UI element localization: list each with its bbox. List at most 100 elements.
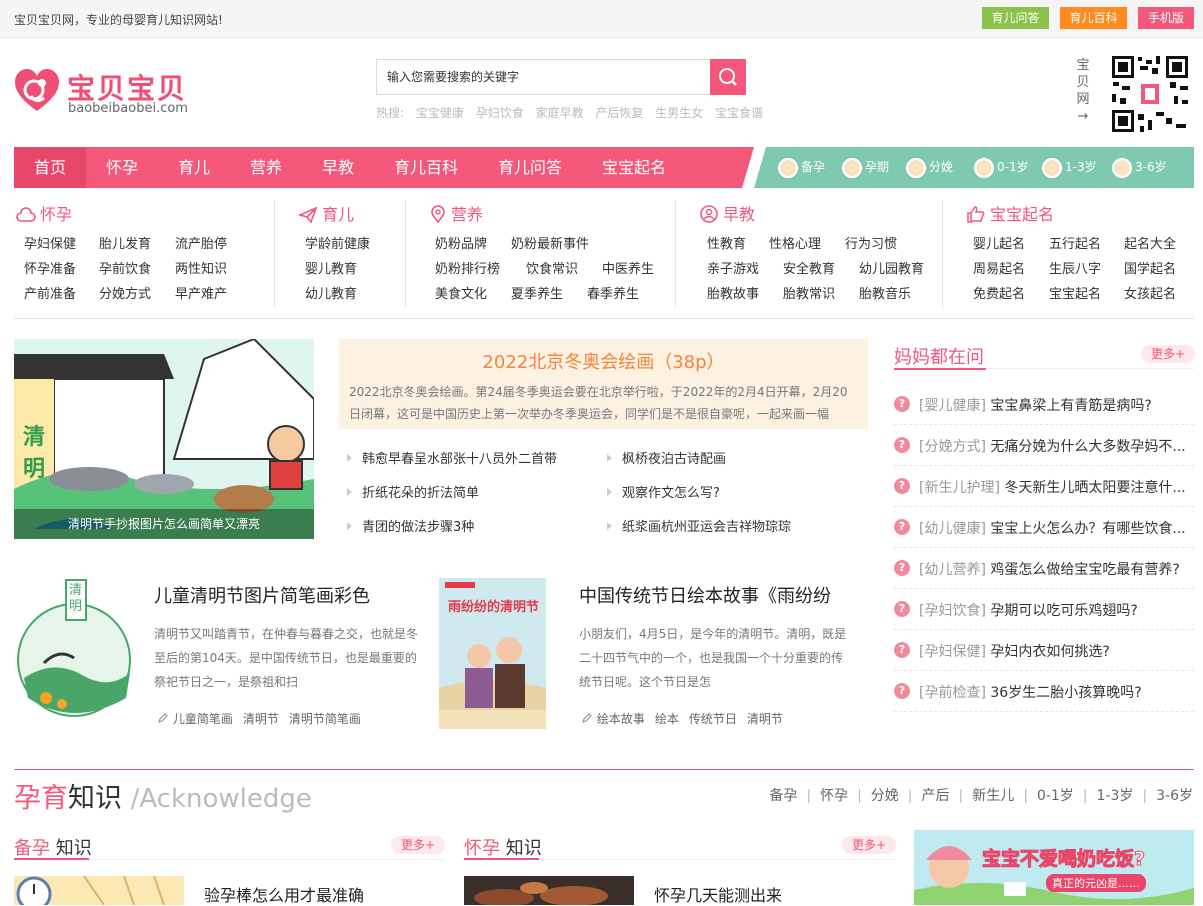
category-link[interactable]: 亲子游戏 bbox=[707, 258, 759, 277]
category-link[interactable]: 生辰八字 bbox=[1049, 258, 1101, 277]
knowledge-article-title[interactable]: 怀孕几天能测出来 bbox=[654, 882, 782, 906]
hot-link[interactable]: 宝宝食谱 bbox=[715, 106, 763, 120]
category-title[interactable]: 营养 bbox=[429, 201, 483, 225]
filter-link[interactable]: 0-1岁 bbox=[1037, 785, 1074, 805]
category-link[interactable]: 奶粉最新事件 bbox=[511, 233, 589, 252]
filter-link[interactable]: 产后 bbox=[922, 785, 950, 805]
category-link[interactable]: 分娩方式 bbox=[99, 283, 151, 302]
knowledge-thumbnail[interactable] bbox=[14, 876, 184, 905]
nav-nutrition[interactable]: 营养 bbox=[230, 147, 302, 188]
hot-link[interactable]: 生男生女 bbox=[655, 106, 703, 120]
question-category[interactable]: [婴儿健康] bbox=[919, 398, 986, 414]
nav-qa[interactable]: 育儿问答 bbox=[478, 147, 582, 188]
category-link[interactable]: 女孩起名 bbox=[1124, 283, 1176, 302]
question-text[interactable]: 孕期可以吃可乐鸡翅吗? bbox=[990, 603, 1137, 619]
question-text[interactable]: 宝宝上火怎么办？有哪些饮食... bbox=[990, 521, 1185, 537]
article-title[interactable]: 中国传统节日绘本故事《雨纷纷 bbox=[579, 582, 831, 608]
question-text[interactable]: 孕妇内衣如何挑选? bbox=[990, 644, 1109, 660]
category-link[interactable]: 中医养生 bbox=[602, 258, 654, 277]
sub-more-button[interactable]: 更多+ bbox=[391, 836, 446, 854]
filter-link[interactable]: 新生儿 bbox=[972, 785, 1014, 805]
article-tag[interactable]: 传统节日 bbox=[689, 712, 737, 726]
question-text[interactable]: 无痛分娩为什么大多数孕妈不... bbox=[990, 439, 1185, 455]
category-link[interactable]: 胎教常识 bbox=[783, 283, 835, 302]
article-title[interactable]: 儿童清明节图片简笔画彩色 bbox=[154, 582, 370, 608]
news-link[interactable]: 枫桥夜泊古诗配画 bbox=[607, 448, 726, 467]
knowledge-thumbnail[interactable] bbox=[464, 876, 634, 905]
stage-link-3-6[interactable]: 3-6岁 bbox=[1112, 147, 1167, 188]
category-link[interactable]: 幼儿园教育 bbox=[859, 258, 924, 277]
nav-parenting[interactable]: 育儿 bbox=[158, 147, 230, 188]
news-link[interactable]: 观察作文怎么写? bbox=[607, 482, 720, 501]
category-link[interactable]: 国学起名 bbox=[1124, 258, 1176, 277]
headline-title[interactable]: 2022北京冬奥会绘画（38p） bbox=[339, 348, 868, 374]
category-link[interactable]: 性格心理 bbox=[769, 233, 821, 252]
news-link[interactable]: 折纸花朵的折法简单 bbox=[347, 482, 479, 501]
hot-link[interactable]: 孕妇饮食 bbox=[476, 106, 524, 120]
category-link[interactable]: 行为习惯 bbox=[845, 233, 897, 252]
category-link[interactable]: 免费起名 bbox=[973, 283, 1025, 302]
stage-link-0-1[interactable]: 0-1岁 bbox=[974, 147, 1029, 188]
hot-link[interactable]: 宝宝健康 bbox=[416, 106, 464, 120]
article-tag[interactable]: 清明节 bbox=[747, 712, 783, 726]
question-item[interactable]: ? [孕前检查] 36岁生二胎小孩算晚吗? bbox=[894, 671, 1194, 712]
question-category[interactable]: [孕妇饮食] bbox=[919, 603, 986, 619]
question-text[interactable]: 宝宝鼻梁上有青筋是病吗? bbox=[990, 398, 1151, 414]
question-item[interactable]: ? [幼儿健康] 宝宝上火怎么办？有哪些饮食... bbox=[894, 507, 1194, 548]
category-title[interactable]: 宝宝起名 bbox=[966, 201, 1054, 225]
category-link[interactable]: 两性知识 bbox=[175, 258, 227, 277]
category-link[interactable]: 早产难产 bbox=[175, 283, 227, 302]
category-link[interactable]: 春季养生 bbox=[587, 283, 639, 302]
category-link[interactable]: 怀孕准备 bbox=[24, 258, 76, 277]
site-logo[interactable]: 宝贝宝贝 baobeibaobei.com bbox=[14, 68, 194, 118]
category-link[interactable]: 幼儿教育 bbox=[305, 283, 357, 302]
featured-caption[interactable]: 清明节手抄报图片怎么画简单又漂亮 bbox=[14, 509, 314, 539]
nav-pregnancy[interactable]: 怀孕 bbox=[86, 147, 158, 188]
nav-naming[interactable]: 宝宝起名 bbox=[582, 147, 686, 188]
article-tag[interactable]: 清明节简笔画 bbox=[289, 712, 361, 726]
search-button[interactable] bbox=[710, 59, 746, 95]
news-link[interactable]: 韩愈早春呈水部张十八员外二首带 bbox=[347, 448, 557, 467]
top-link-mobile[interactable]: 手机版 bbox=[1138, 7, 1194, 29]
question-category[interactable]: [幼儿健康] bbox=[919, 521, 986, 537]
question-category[interactable]: [新生儿护理] bbox=[919, 480, 1000, 496]
question-item[interactable]: ? [幼儿营养] 鸡蛋怎么做给宝宝吃最有营养? bbox=[894, 548, 1194, 589]
top-link-baike[interactable]: 育儿百科 bbox=[1060, 7, 1127, 29]
category-link[interactable]: 胎教故事 bbox=[707, 283, 759, 302]
category-link[interactable]: 饮食常识 bbox=[526, 258, 578, 277]
featured-image-card[interactable]: 清 明 清明节手抄报图片怎么画简单又漂亮 bbox=[14, 339, 314, 539]
filter-link[interactable]: 3-6岁 bbox=[1156, 785, 1193, 805]
filter-link[interactable]: 怀孕 bbox=[820, 785, 848, 805]
category-link[interactable]: 性教育 bbox=[707, 233, 746, 252]
category-link[interactable]: 安全教育 bbox=[783, 258, 835, 277]
article-thumbnail[interactable]: 清明 bbox=[14, 578, 134, 728]
nav-early-edu[interactable]: 早教 bbox=[302, 147, 374, 188]
search-input[interactable] bbox=[377, 60, 711, 94]
question-item[interactable]: ? [婴儿健康] 宝宝鼻梁上有青筋是病吗? bbox=[894, 384, 1194, 425]
category-link[interactable]: 孕妇保健 bbox=[24, 233, 76, 252]
question-text[interactable]: 36岁生二胎小孩算晚吗? bbox=[990, 685, 1141, 701]
top-link-qa[interactable]: 育儿问答 bbox=[982, 7, 1049, 29]
category-title[interactable]: 育儿 bbox=[297, 201, 354, 225]
category-link[interactable]: 胎教音乐 bbox=[859, 283, 911, 302]
category-link[interactable]: 胎儿发育 bbox=[99, 233, 151, 252]
filter-link[interactable]: 1-3岁 bbox=[1097, 785, 1134, 805]
promo-banner[interactable]: 宝宝不爱喝奶吃饭? 真正的元凶是…… bbox=[914, 830, 1194, 905]
category-link[interactable]: 宝宝起名 bbox=[1049, 283, 1101, 302]
hot-link[interactable]: 产后恢复 bbox=[595, 106, 643, 120]
category-link[interactable]: 孕前饮食 bbox=[99, 258, 151, 277]
nav-home[interactable]: 首页 bbox=[14, 147, 86, 188]
category-link[interactable]: 奶粉品牌 bbox=[435, 233, 487, 252]
question-category[interactable]: [幼儿营养] bbox=[919, 562, 986, 578]
stage-link-prepare[interactable]: 备孕 bbox=[778, 147, 825, 188]
question-item[interactable]: ? [新生儿护理] 冬天新生儿晒太阳要注意什... bbox=[894, 466, 1194, 507]
category-link[interactable]: 起名大全 bbox=[1124, 233, 1176, 252]
category-link[interactable]: 学龄前健康 bbox=[305, 233, 370, 252]
filter-link[interactable]: 备孕 bbox=[769, 785, 797, 805]
category-link[interactable]: 婴儿起名 bbox=[973, 233, 1025, 252]
question-category[interactable]: [孕妇保健] bbox=[919, 644, 986, 660]
stage-link-birth[interactable]: 分娩 bbox=[906, 147, 953, 188]
category-link[interactable]: 产前准备 bbox=[24, 283, 76, 302]
filter-link[interactable]: 分娩 bbox=[871, 785, 899, 805]
stage-link-pregnant[interactable]: 孕期 bbox=[842, 147, 889, 188]
